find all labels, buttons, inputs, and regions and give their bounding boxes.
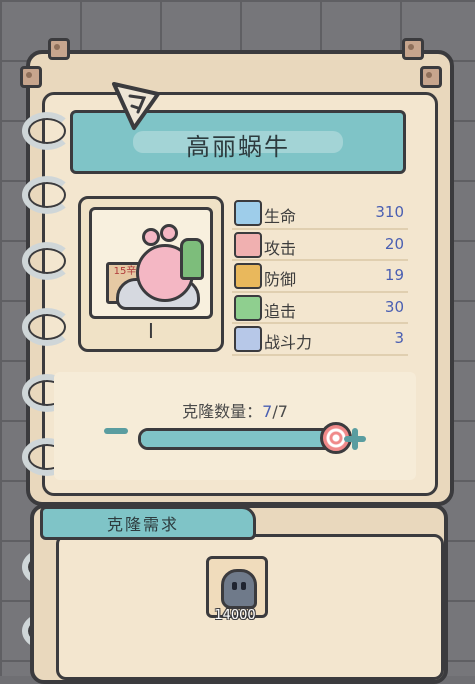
bolt-icon	[420, 66, 442, 88]
stat-row: 防御 19	[232, 261, 408, 293]
binder-ring-icon	[22, 242, 72, 280]
bolt-icon	[48, 38, 70, 60]
clone-count-label: 克隆数量：7/7	[54, 398, 416, 422]
clone-slider[interactable]	[138, 428, 340, 450]
stat-row: 攻击 20	[232, 230, 408, 261]
stat-label: 攻击	[264, 238, 297, 258]
leek-icon	[180, 238, 204, 280]
triangle-logo-icon	[112, 82, 160, 130]
stat-value: 19	[384, 266, 404, 284]
requirements-tab: 克隆需求	[40, 506, 256, 540]
stat-value: 310	[375, 203, 404, 221]
defense-icon	[234, 263, 262, 289]
chase-icon	[234, 294, 262, 321]
stat-value: 20	[384, 234, 404, 253]
minus-button[interactable]	[104, 428, 128, 434]
snail-eye	[160, 224, 178, 242]
bolt-icon	[402, 38, 424, 60]
stat-value: 3	[394, 329, 404, 347]
binder-ring-icon	[22, 176, 72, 214]
stat-label: 追击	[264, 301, 297, 321]
stats-list: 生命 310 攻击 20 防御 19 追击 30 战斗力 3	[232, 198, 408, 356]
portrait-frame: 15辛	[89, 207, 213, 319]
attack-icon	[234, 231, 262, 258]
clone-label-text: 克隆数量：	[182, 402, 263, 421]
health-icon	[234, 200, 262, 226]
requirement-amount: 14000	[214, 608, 256, 623]
stat-value: 30	[384, 297, 404, 316]
clone-max: 7	[277, 402, 288, 421]
stat-row: 战斗力 3	[232, 324, 408, 356]
stat-row: 生命 310	[232, 198, 408, 230]
snail-eye	[142, 228, 160, 246]
binder-ring-icon	[22, 308, 72, 346]
combat-power-icon	[234, 326, 262, 352]
ghost-currency-icon	[221, 569, 257, 609]
clone-current: 7	[262, 402, 273, 421]
stat-label: 防御	[264, 270, 297, 289]
pet-portrait[interactable]: 15辛 I	[78, 196, 224, 352]
stat-label: 生命	[264, 207, 297, 226]
binder-ring-icon	[22, 112, 72, 150]
plus-button[interactable]	[344, 428, 366, 450]
requirements-tab-label: 克隆需求	[107, 515, 180, 534]
stat-row: 追击 30	[232, 293, 408, 324]
slider-fill	[141, 431, 337, 447]
stat-label: 战斗力	[264, 333, 313, 352]
sign-text: 15辛	[113, 266, 137, 277]
clone-count-box: 克隆数量：7/7	[54, 372, 416, 480]
bolt-icon	[20, 66, 42, 88]
grade-label: I	[148, 319, 154, 343]
